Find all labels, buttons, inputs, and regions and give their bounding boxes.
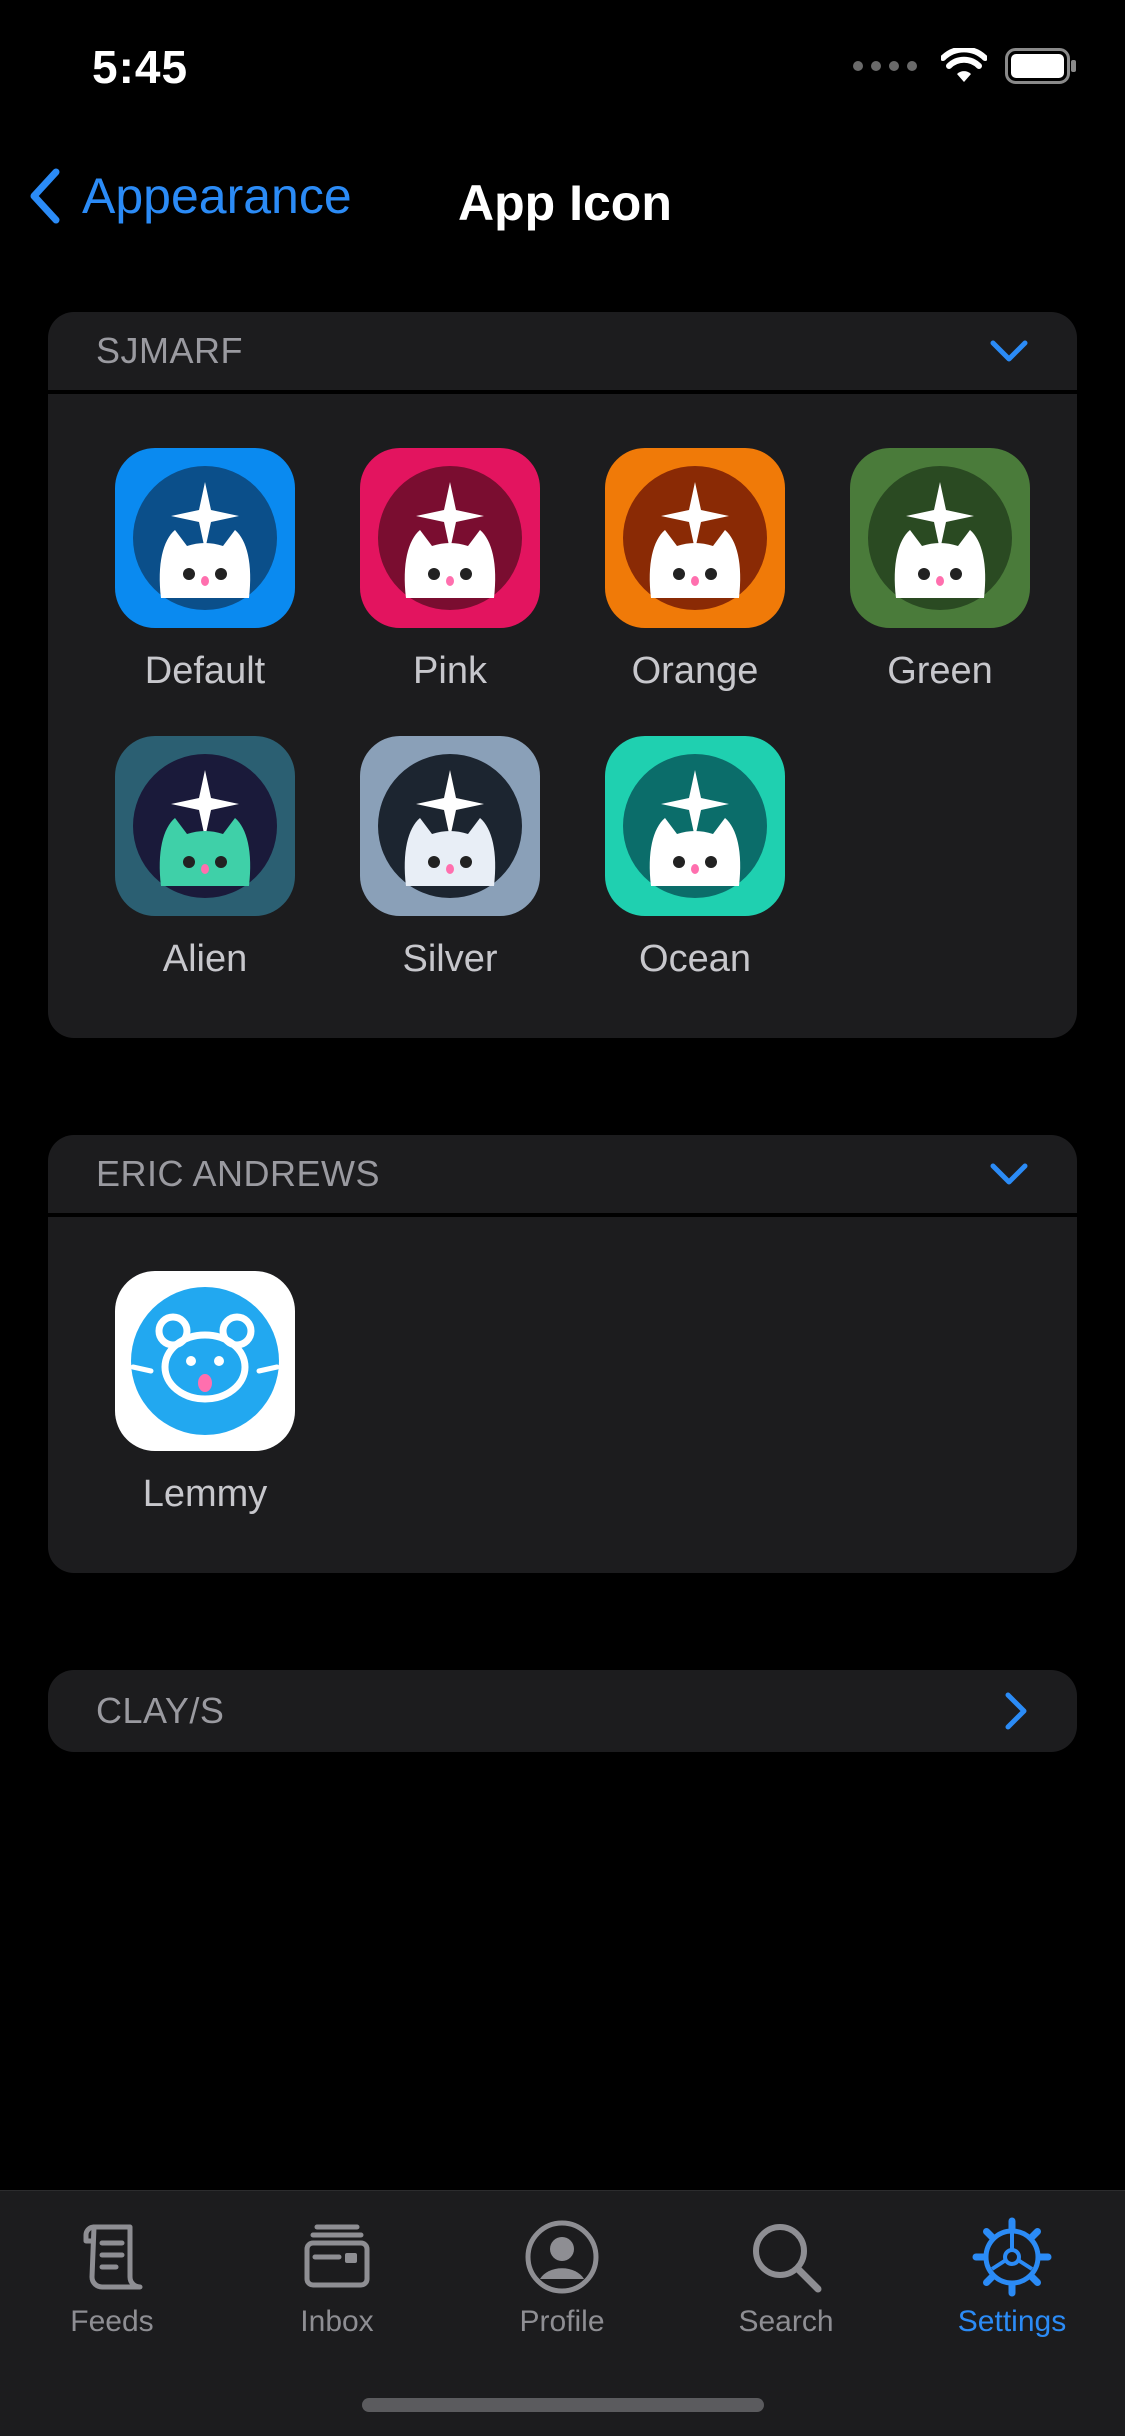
navigation-bar: Appearance App Icon bbox=[0, 150, 1125, 250]
orange-app-icon bbox=[605, 448, 785, 628]
icon-label: Silver bbox=[402, 938, 498, 980]
wifi-icon bbox=[941, 48, 987, 82]
lemmy-app-icon bbox=[115, 1271, 295, 1451]
ocean-app-icon bbox=[605, 736, 785, 916]
back-button-label: Appearance bbox=[82, 168, 352, 224]
default-app-icon bbox=[115, 448, 295, 628]
tab-inbox[interactable]: Inbox bbox=[257, 2217, 417, 2339]
inbox-icon bbox=[304, 2224, 370, 2288]
app-icon-option-alien[interactable]: Alien bbox=[82, 736, 328, 981]
status-indicators bbox=[853, 48, 1077, 84]
icon-label: Ocean bbox=[639, 938, 751, 980]
green-app-icon bbox=[850, 448, 1030, 628]
app-icon-option-green[interactable]: Green bbox=[817, 448, 1063, 693]
scroll-icon bbox=[83, 2224, 143, 2290]
battery-icon bbox=[1005, 48, 1076, 84]
icon-label: Default bbox=[144, 650, 266, 692]
chevron-right-icon bbox=[1005, 1692, 1027, 1730]
tab-label: Settings bbox=[957, 2305, 1067, 2338]
chevron-down-icon bbox=[990, 340, 1028, 362]
silver-app-icon bbox=[360, 736, 540, 916]
app-icon-option-lemmy[interactable]: Lemmy bbox=[82, 1271, 328, 1516]
tab-feeds[interactable]: Feeds bbox=[32, 2217, 192, 2339]
section-title: CLAY/S bbox=[96, 1690, 225, 1731]
status-bar: 5:45 bbox=[0, 0, 1125, 140]
status-time: 5:45 bbox=[92, 41, 189, 93]
section-title: ERIC ANDREWS bbox=[96, 1153, 381, 1194]
tab-label: Search bbox=[738, 2305, 834, 2338]
home-indicator bbox=[362, 2398, 764, 2412]
tab-label: Profile bbox=[519, 2305, 605, 2338]
section-header-sjmarf[interactable]: SJMARF bbox=[48, 312, 1077, 394]
tab-label: Inbox bbox=[300, 2305, 374, 2338]
back-button[interactable]: Appearance bbox=[26, 166, 352, 226]
app-icon-option-default[interactable]: Default bbox=[82, 448, 328, 693]
tab-search[interactable]: Search bbox=[706, 2217, 866, 2339]
app-icon-option-ocean[interactable]: Ocean bbox=[572, 736, 818, 981]
chevron-left-icon bbox=[30, 168, 60, 224]
cellular-signal-icon bbox=[853, 61, 917, 71]
icon-label: Alien bbox=[162, 938, 248, 980]
search-icon bbox=[753, 2224, 822, 2293]
section-header-eric-andrews[interactable]: ERIC ANDREWS bbox=[48, 1135, 1077, 1217]
tab-label: Feeds bbox=[70, 2305, 154, 2338]
section-title: SJMARF bbox=[96, 330, 243, 371]
icon-label: Lemmy bbox=[142, 1473, 268, 1515]
app-icon-option-silver[interactable]: Silver bbox=[327, 736, 573, 981]
gear-icon bbox=[972, 2217, 1052, 2297]
icon-label: Pink bbox=[413, 650, 487, 692]
section-eric-andrews: ERIC ANDREWS Lemmy bbox=[48, 1135, 1077, 1573]
section-sjmarf: SJMARF Default Pink Orange Green Alien S… bbox=[48, 312, 1077, 1038]
icon-label: Green bbox=[887, 650, 993, 692]
tab-profile[interactable]: Profile bbox=[482, 2217, 642, 2339]
tab-settings[interactable]: Settings bbox=[932, 2217, 1092, 2339]
section-header-clays[interactable]: CLAY/S bbox=[48, 1670, 1077, 1752]
pink-app-icon bbox=[360, 448, 540, 628]
app-icon-option-orange[interactable]: Orange bbox=[572, 448, 818, 693]
icon-label: Orange bbox=[631, 650, 759, 692]
page-title: App Icon bbox=[458, 175, 672, 231]
app-icon-option-pink[interactable]: Pink bbox=[327, 448, 573, 693]
alien-app-icon bbox=[115, 736, 295, 916]
section-clays: CLAY/S bbox=[48, 1670, 1077, 1752]
profile-icon bbox=[525, 2220, 599, 2294]
chevron-down-icon bbox=[990, 1163, 1028, 1185]
